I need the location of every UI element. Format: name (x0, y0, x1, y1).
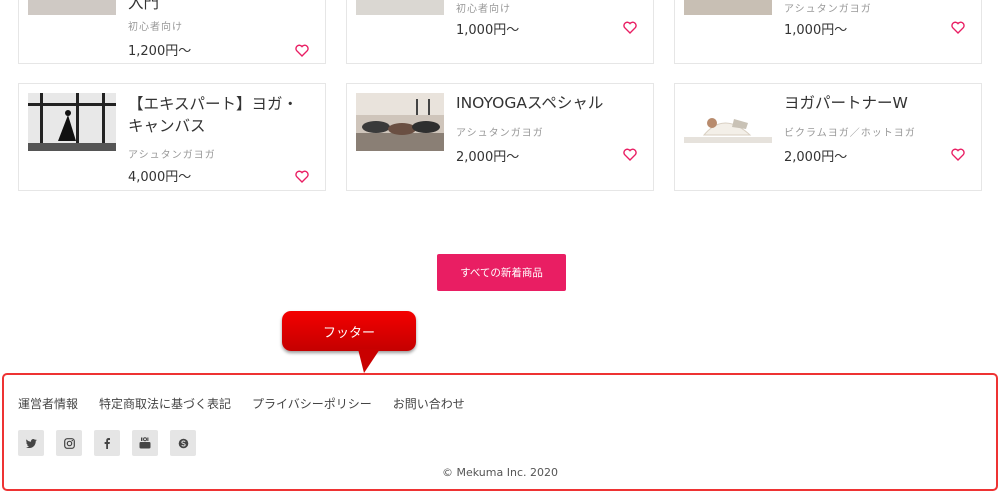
product-category: アシュタンガヨガ (128, 150, 216, 161)
favorite-heart-icon[interactable] (623, 148, 637, 161)
product-category: ビクラムヨガ／ホットヨガ (784, 128, 916, 139)
all-new-products-button[interactable]: すべての新着商品 (437, 254, 566, 291)
favorite-heart-icon[interactable] (623, 21, 637, 34)
favorite-heart-icon[interactable] (295, 170, 309, 183)
product-price: 1,000円〜 (784, 23, 848, 38)
product-thumbnail[interactable] (684, 0, 772, 15)
favorite-heart-icon[interactable] (295, 44, 309, 57)
product-title[interactable]: INOYOGAスペシャル (456, 92, 639, 114)
product-thumbnail[interactable] (28, 0, 116, 15)
product-category: 初心者向け (128, 22, 183, 33)
product-thumbnail[interactable] (28, 93, 116, 151)
copyright-text: © Mekuma Inc. 2020 (442, 466, 558, 479)
footer-link-operator-info[interactable]: 運営者情報 (18, 395, 78, 412)
product-category: 初心者向け (456, 4, 511, 15)
favorite-heart-icon[interactable] (951, 21, 965, 34)
product-price: 4,000円〜 (128, 170, 192, 185)
product-title[interactable]: 入門 (128, 0, 311, 14)
social-links (18, 430, 196, 456)
product-category: アシュタンガヨガ (456, 128, 544, 139)
footer-callout: フッター (282, 311, 416, 351)
product-card[interactable]: 入門 初心者向け 1,200円〜 (18, 0, 326, 64)
product-title[interactable]: ヨガパートナーW (784, 92, 967, 114)
product-title[interactable]: 【エキスパート】ヨガ・キャンバス (128, 93, 311, 137)
product-category: アシュタンガヨガ (784, 4, 872, 15)
product-price: 1,000円〜 (456, 23, 520, 38)
footer-link-contact[interactable]: お問い合わせ (393, 395, 465, 412)
footer-links: 運営者情報 特定商取法に基づく表記 プライバシーポリシー お問い合わせ (18, 395, 465, 412)
product-card[interactable]: アシュタンガヨガ 1,000円〜 (674, 0, 982, 64)
instagram-icon[interactable] (56, 430, 82, 456)
youtube-icon[interactable] (132, 430, 158, 456)
product-card[interactable]: 初心者向け 1,000円〜 (346, 0, 654, 64)
facebook-icon[interactable] (94, 430, 120, 456)
product-price: 1,200円〜 (128, 44, 192, 59)
product-card[interactable]: ヨガパートナーW ビクラムヨガ／ホットヨガ 2,000円〜 (674, 83, 982, 191)
callout-pointer (358, 349, 380, 373)
footer-link-commerce-law[interactable]: 特定商取法に基づく表記 (99, 395, 231, 412)
footer-link-privacy-policy[interactable]: プライバシーポリシー (252, 395, 372, 412)
product-thumbnail[interactable] (684, 93, 772, 151)
skype-icon[interactable] (170, 430, 196, 456)
product-price: 2,000円〜 (456, 150, 520, 165)
twitter-icon[interactable] (18, 430, 44, 456)
product-card[interactable]: INOYOGAスペシャル アシュタンガヨガ 2,000円〜 (346, 83, 654, 191)
product-thumbnail[interactable] (356, 93, 444, 151)
product-thumbnail[interactable] (356, 0, 444, 15)
favorite-heart-icon[interactable] (951, 148, 965, 161)
product-card[interactable]: 【エキスパート】ヨガ・キャンバス アシュタンガヨガ 4,000円〜 (18, 83, 326, 191)
product-price: 2,000円〜 (784, 150, 848, 165)
